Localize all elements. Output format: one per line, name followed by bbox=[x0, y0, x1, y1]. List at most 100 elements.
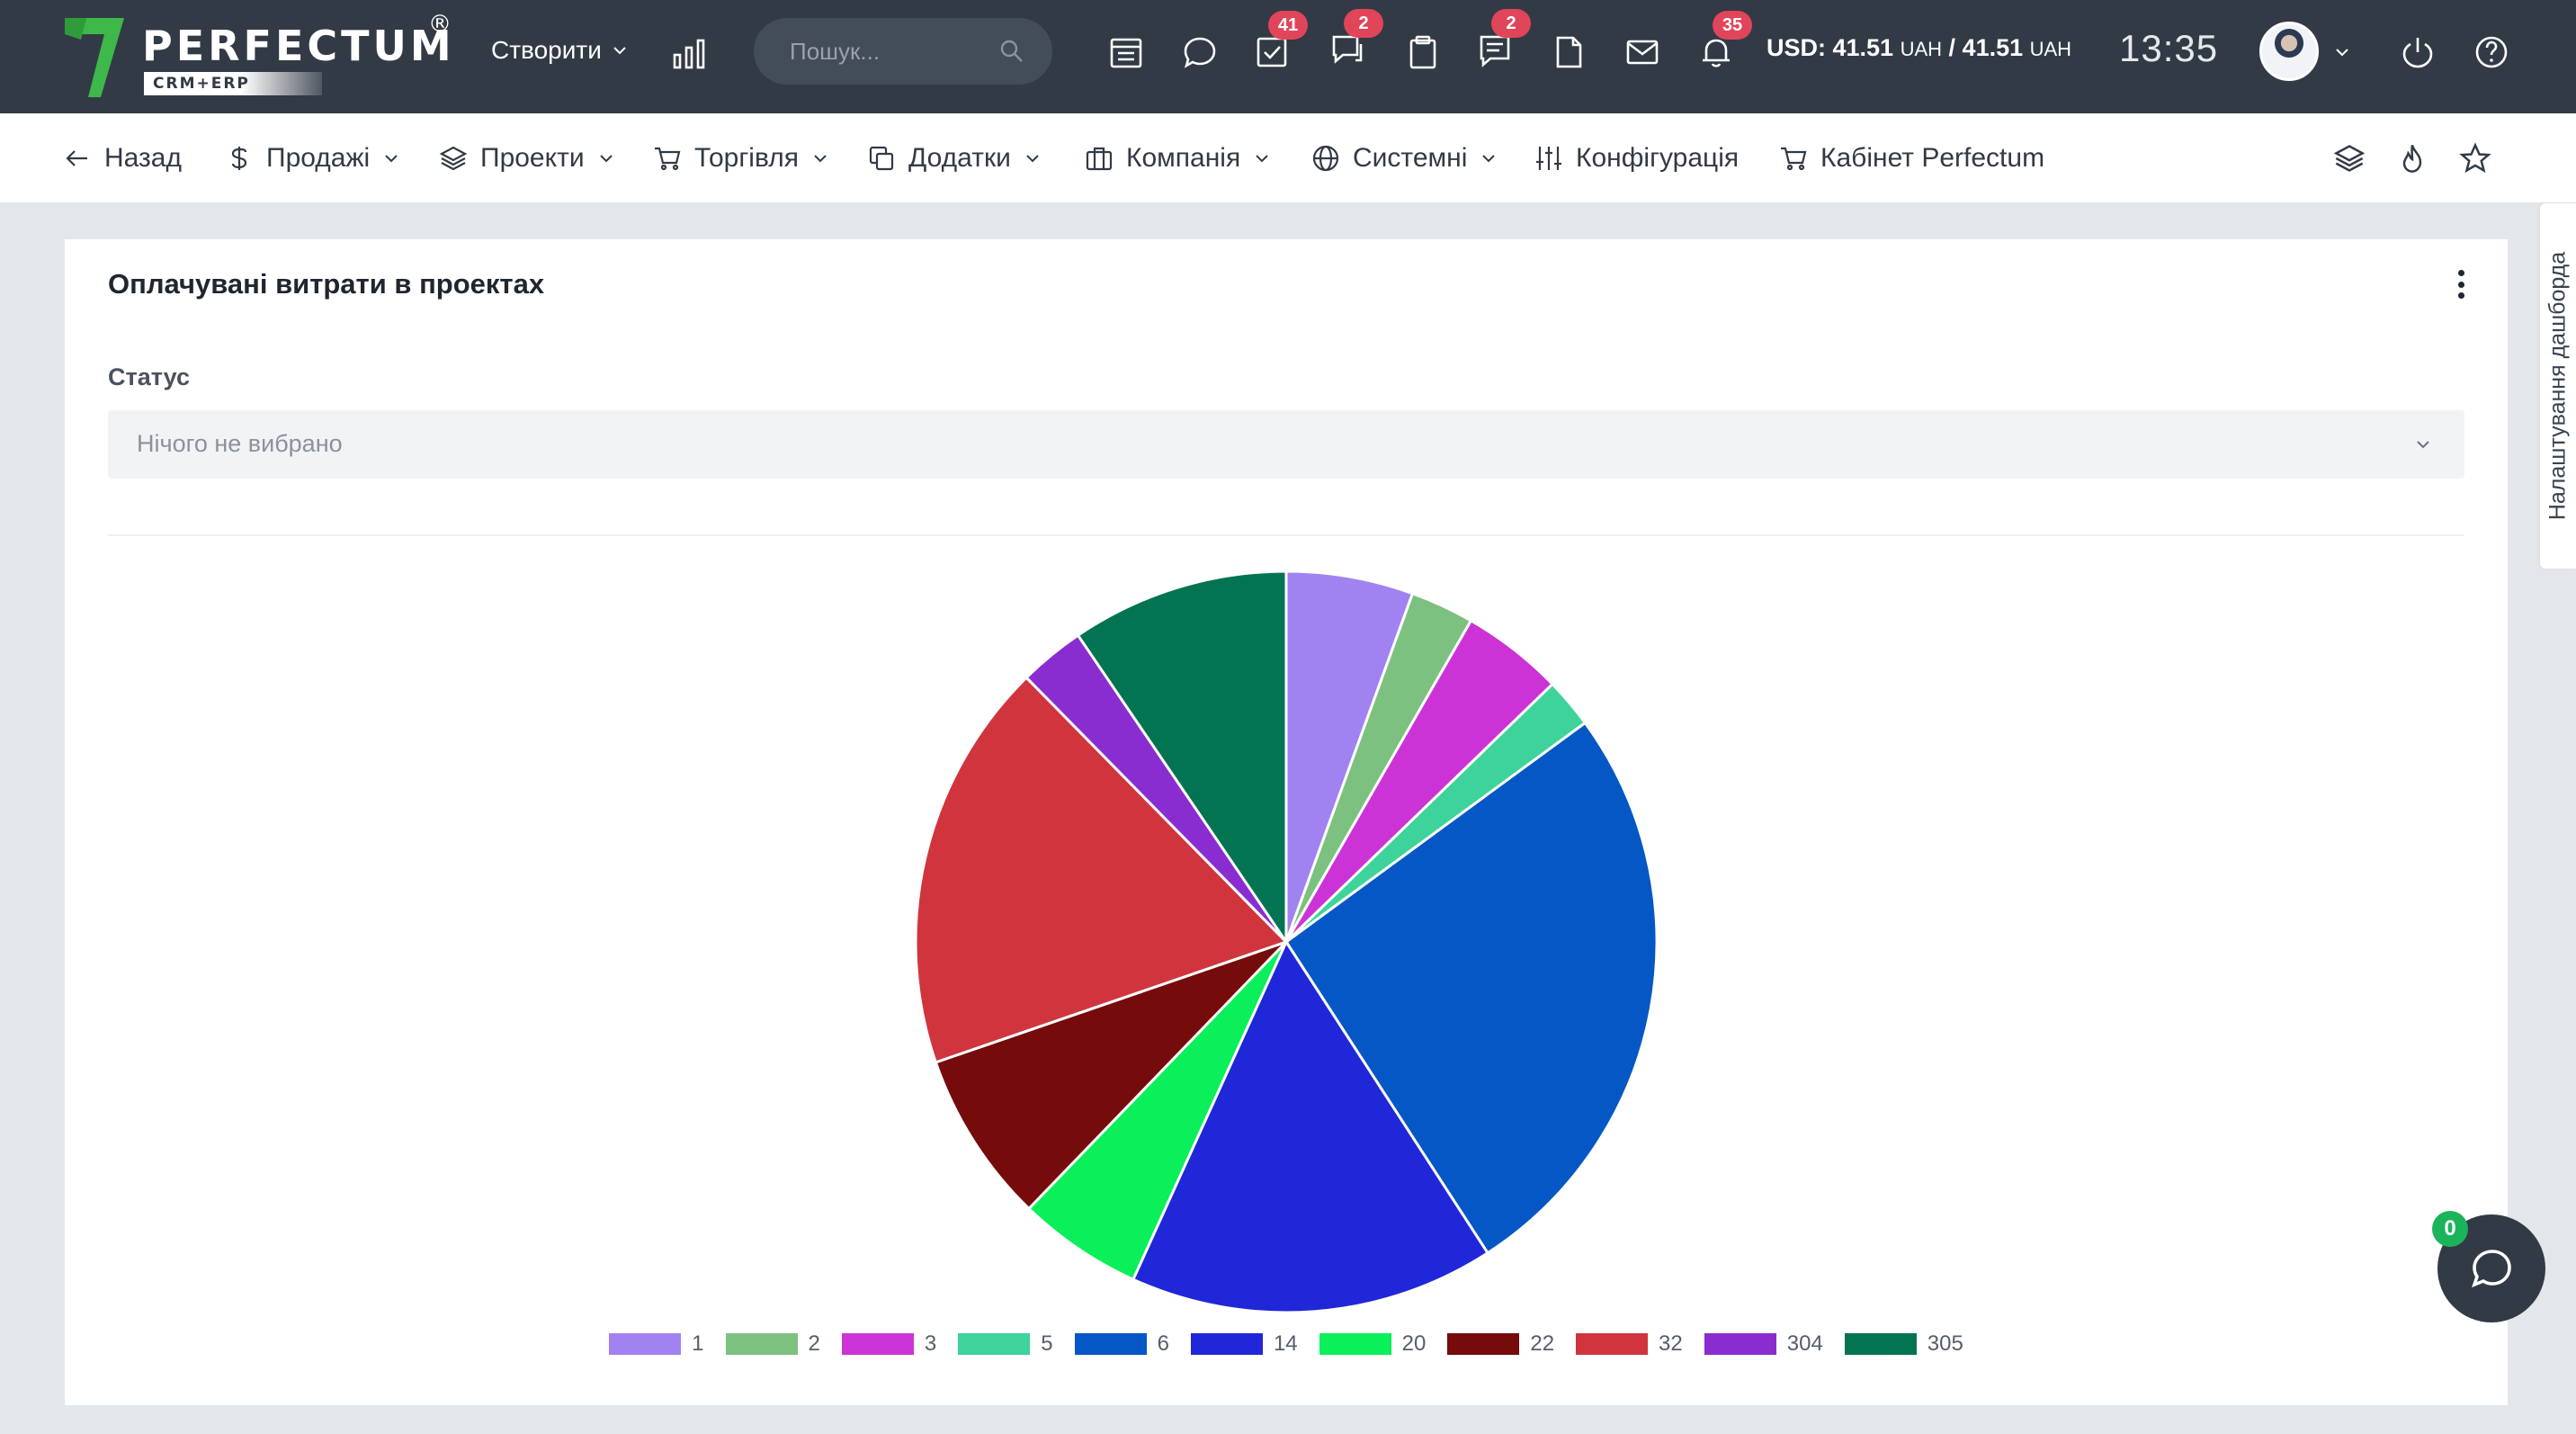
legend-swatch bbox=[1190, 1333, 1263, 1355]
nav-addons[interactable]: Додатки bbox=[867, 140, 1042, 176]
pie-slice-14[interactable] bbox=[1131, 938, 1490, 1314]
chart-legend: 1 2 3 5 6 14 20 22 32 304 305 bbox=[65, 1326, 2508, 1362]
create-button-label: Створити bbox=[491, 36, 602, 64]
search-box bbox=[754, 18, 1052, 85]
legend-label: 2 bbox=[808, 1331, 820, 1356]
currency-rate: USD: 41.51 UAH / 41.51 UAH bbox=[1767, 34, 2071, 62]
legend-label: 32 bbox=[1659, 1331, 1683, 1356]
legend-item-6[interactable]: 6 bbox=[1074, 1331, 1169, 1357]
legend-item-32[interactable]: 32 bbox=[1576, 1331, 1683, 1357]
legend-swatch bbox=[725, 1333, 798, 1355]
power-icon[interactable] bbox=[2396, 31, 2439, 74]
logo-mark-icon bbox=[65, 18, 124, 97]
calendar-icon[interactable] bbox=[1105, 31, 1148, 74]
currency-separator: / 41.51 bbox=[1942, 34, 2030, 61]
legend-label: 5 bbox=[1041, 1331, 1053, 1356]
pie-slice-6[interactable] bbox=[1284, 721, 1659, 1255]
search-icon[interactable] bbox=[998, 38, 1025, 65]
legend-item-22[interactable]: 22 bbox=[1447, 1331, 1554, 1357]
logo-registered-mark: ® bbox=[428, 11, 452, 38]
logo[interactable]: PERFECTUM ® CRM+ERP bbox=[65, 11, 461, 97]
more-options-icon[interactable] bbox=[2450, 266, 2472, 302]
clipboard-icon[interactable] bbox=[1401, 31, 1445, 74]
legend-swatch bbox=[1447, 1333, 1520, 1355]
pie-slice-305[interactable] bbox=[1076, 569, 1288, 946]
bell-icon[interactable]: 35 bbox=[1695, 11, 1752, 74]
pie-slice-2[interactable] bbox=[1284, 591, 1473, 943]
arrow-left-icon bbox=[66, 150, 87, 166]
nav-cabinet[interactable]: Кабінет Perfectum bbox=[1779, 140, 2044, 176]
globe-icon bbox=[1312, 145, 1339, 172]
chevron-down-icon bbox=[814, 155, 827, 163]
pie-slice-32[interactable] bbox=[914, 676, 1289, 1064]
cart-icon bbox=[655, 147, 681, 171]
legend-item-14[interactable]: 14 bbox=[1190, 1331, 1298, 1357]
reports-chart-icon[interactable] bbox=[667, 32, 711, 76]
create-button[interactable]: Створити bbox=[491, 32, 629, 68]
legend-item-5[interactable]: 5 bbox=[958, 1331, 1053, 1357]
legend-label: 6 bbox=[1157, 1331, 1169, 1356]
chat-icon[interactable] bbox=[1178, 31, 1221, 74]
legend-item-304[interactable]: 304 bbox=[1704, 1331, 1823, 1357]
pie-slice-1[interactable] bbox=[1284, 569, 1415, 943]
fire-icon[interactable] bbox=[2391, 137, 2434, 180]
nav-config[interactable]: Конфігурація bbox=[1534, 140, 1739, 176]
legend-label: 305 bbox=[1927, 1331, 1963, 1356]
nav-projects[interactable]: Проекти bbox=[439, 140, 615, 176]
nav-back[interactable]: Назад bbox=[63, 140, 182, 176]
legend-label: 304 bbox=[1786, 1331, 1823, 1356]
notes-icon[interactable]: 2 bbox=[1473, 9, 1531, 72]
pie-slice-20[interactable] bbox=[1026, 940, 1288, 1282]
chat-bubble-button[interactable]: 0 bbox=[2432, 1211, 2545, 1322]
nav-company[interactable]: Компанія bbox=[1085, 140, 1271, 176]
dashboard-settings-tab[interactable]: Налаштування дашборда bbox=[2540, 203, 2576, 569]
legend-label: 22 bbox=[1530, 1331, 1555, 1356]
nav-company-label: Компанія bbox=[1126, 143, 1241, 173]
discussions-icon[interactable]: 2 bbox=[1326, 9, 1383, 72]
nav-trade[interactable]: Торгівля bbox=[653, 140, 829, 176]
chevron-down-icon bbox=[599, 155, 613, 163]
discussions-badge: 2 bbox=[1344, 9, 1383, 38]
widget-card: Оплачувані витрати в проектах Статус Ніч… bbox=[65, 239, 2508, 1405]
legend-item-2[interactable]: 2 bbox=[725, 1331, 820, 1357]
legend-swatch bbox=[958, 1333, 1031, 1355]
pie-slice-22[interactable] bbox=[934, 940, 1288, 1211]
legend-item-305[interactable]: 305 bbox=[1844, 1331, 1963, 1357]
legend-label: 3 bbox=[924, 1331, 937, 1356]
layers-toggle-icon[interactable] bbox=[2328, 137, 2371, 180]
legend-item-1[interactable]: 1 bbox=[609, 1331, 704, 1357]
nav-system[interactable]: Системні bbox=[1311, 140, 1498, 176]
legend-swatch bbox=[609, 1333, 682, 1355]
star-icon[interactable] bbox=[2454, 137, 2497, 180]
pie-slice-3[interactable] bbox=[1284, 618, 1555, 944]
legend-item-20[interactable]: 20 bbox=[1319, 1331, 1426, 1357]
legend-item-3[interactable]: 3 bbox=[841, 1331, 937, 1357]
currency-uah-unit-2: UAH bbox=[2029, 38, 2072, 60]
help-icon[interactable] bbox=[2470, 31, 2513, 74]
chevron-down-icon bbox=[2417, 441, 2429, 449]
chevron-down-icon bbox=[1026, 155, 1039, 163]
chevron-down-icon bbox=[1482, 155, 1496, 163]
user-menu-chevron-icon[interactable] bbox=[2326, 31, 2358, 74]
notifications-badge: 35 bbox=[1713, 11, 1752, 40]
status-select-value: Нічого не вибрано bbox=[137, 430, 343, 457]
status-select[interactable]: Нічого не вибрано bbox=[108, 410, 2464, 479]
nav-sales[interactable]: Продажі bbox=[225, 140, 400, 176]
divider bbox=[108, 534, 2464, 536]
clock: 13:35 bbox=[2119, 27, 2219, 69]
nav-system-label: Системні bbox=[1353, 143, 1468, 173]
search-input[interactable] bbox=[790, 34, 988, 68]
currency-uah-unit: UAH bbox=[1900, 38, 1943, 60]
pie-slice-304[interactable] bbox=[1024, 633, 1288, 944]
nav-addons-label: Додатки bbox=[908, 143, 1011, 173]
nav-sales-label: Продажі bbox=[266, 143, 371, 173]
tasks-icon[interactable]: 41 bbox=[1250, 11, 1308, 74]
document-icon[interactable] bbox=[1547, 31, 1590, 74]
legend-swatch bbox=[1576, 1333, 1649, 1355]
nav-cabinet-label: Кабінет Perfectum bbox=[1820, 143, 2045, 173]
legend-swatch bbox=[1074, 1333, 1147, 1355]
sliders-icon bbox=[1536, 147, 1561, 170]
pie-slice-5[interactable] bbox=[1284, 682, 1588, 944]
avatar[interactable] bbox=[2259, 22, 2319, 81]
mail-icon[interactable] bbox=[1621, 31, 1664, 74]
